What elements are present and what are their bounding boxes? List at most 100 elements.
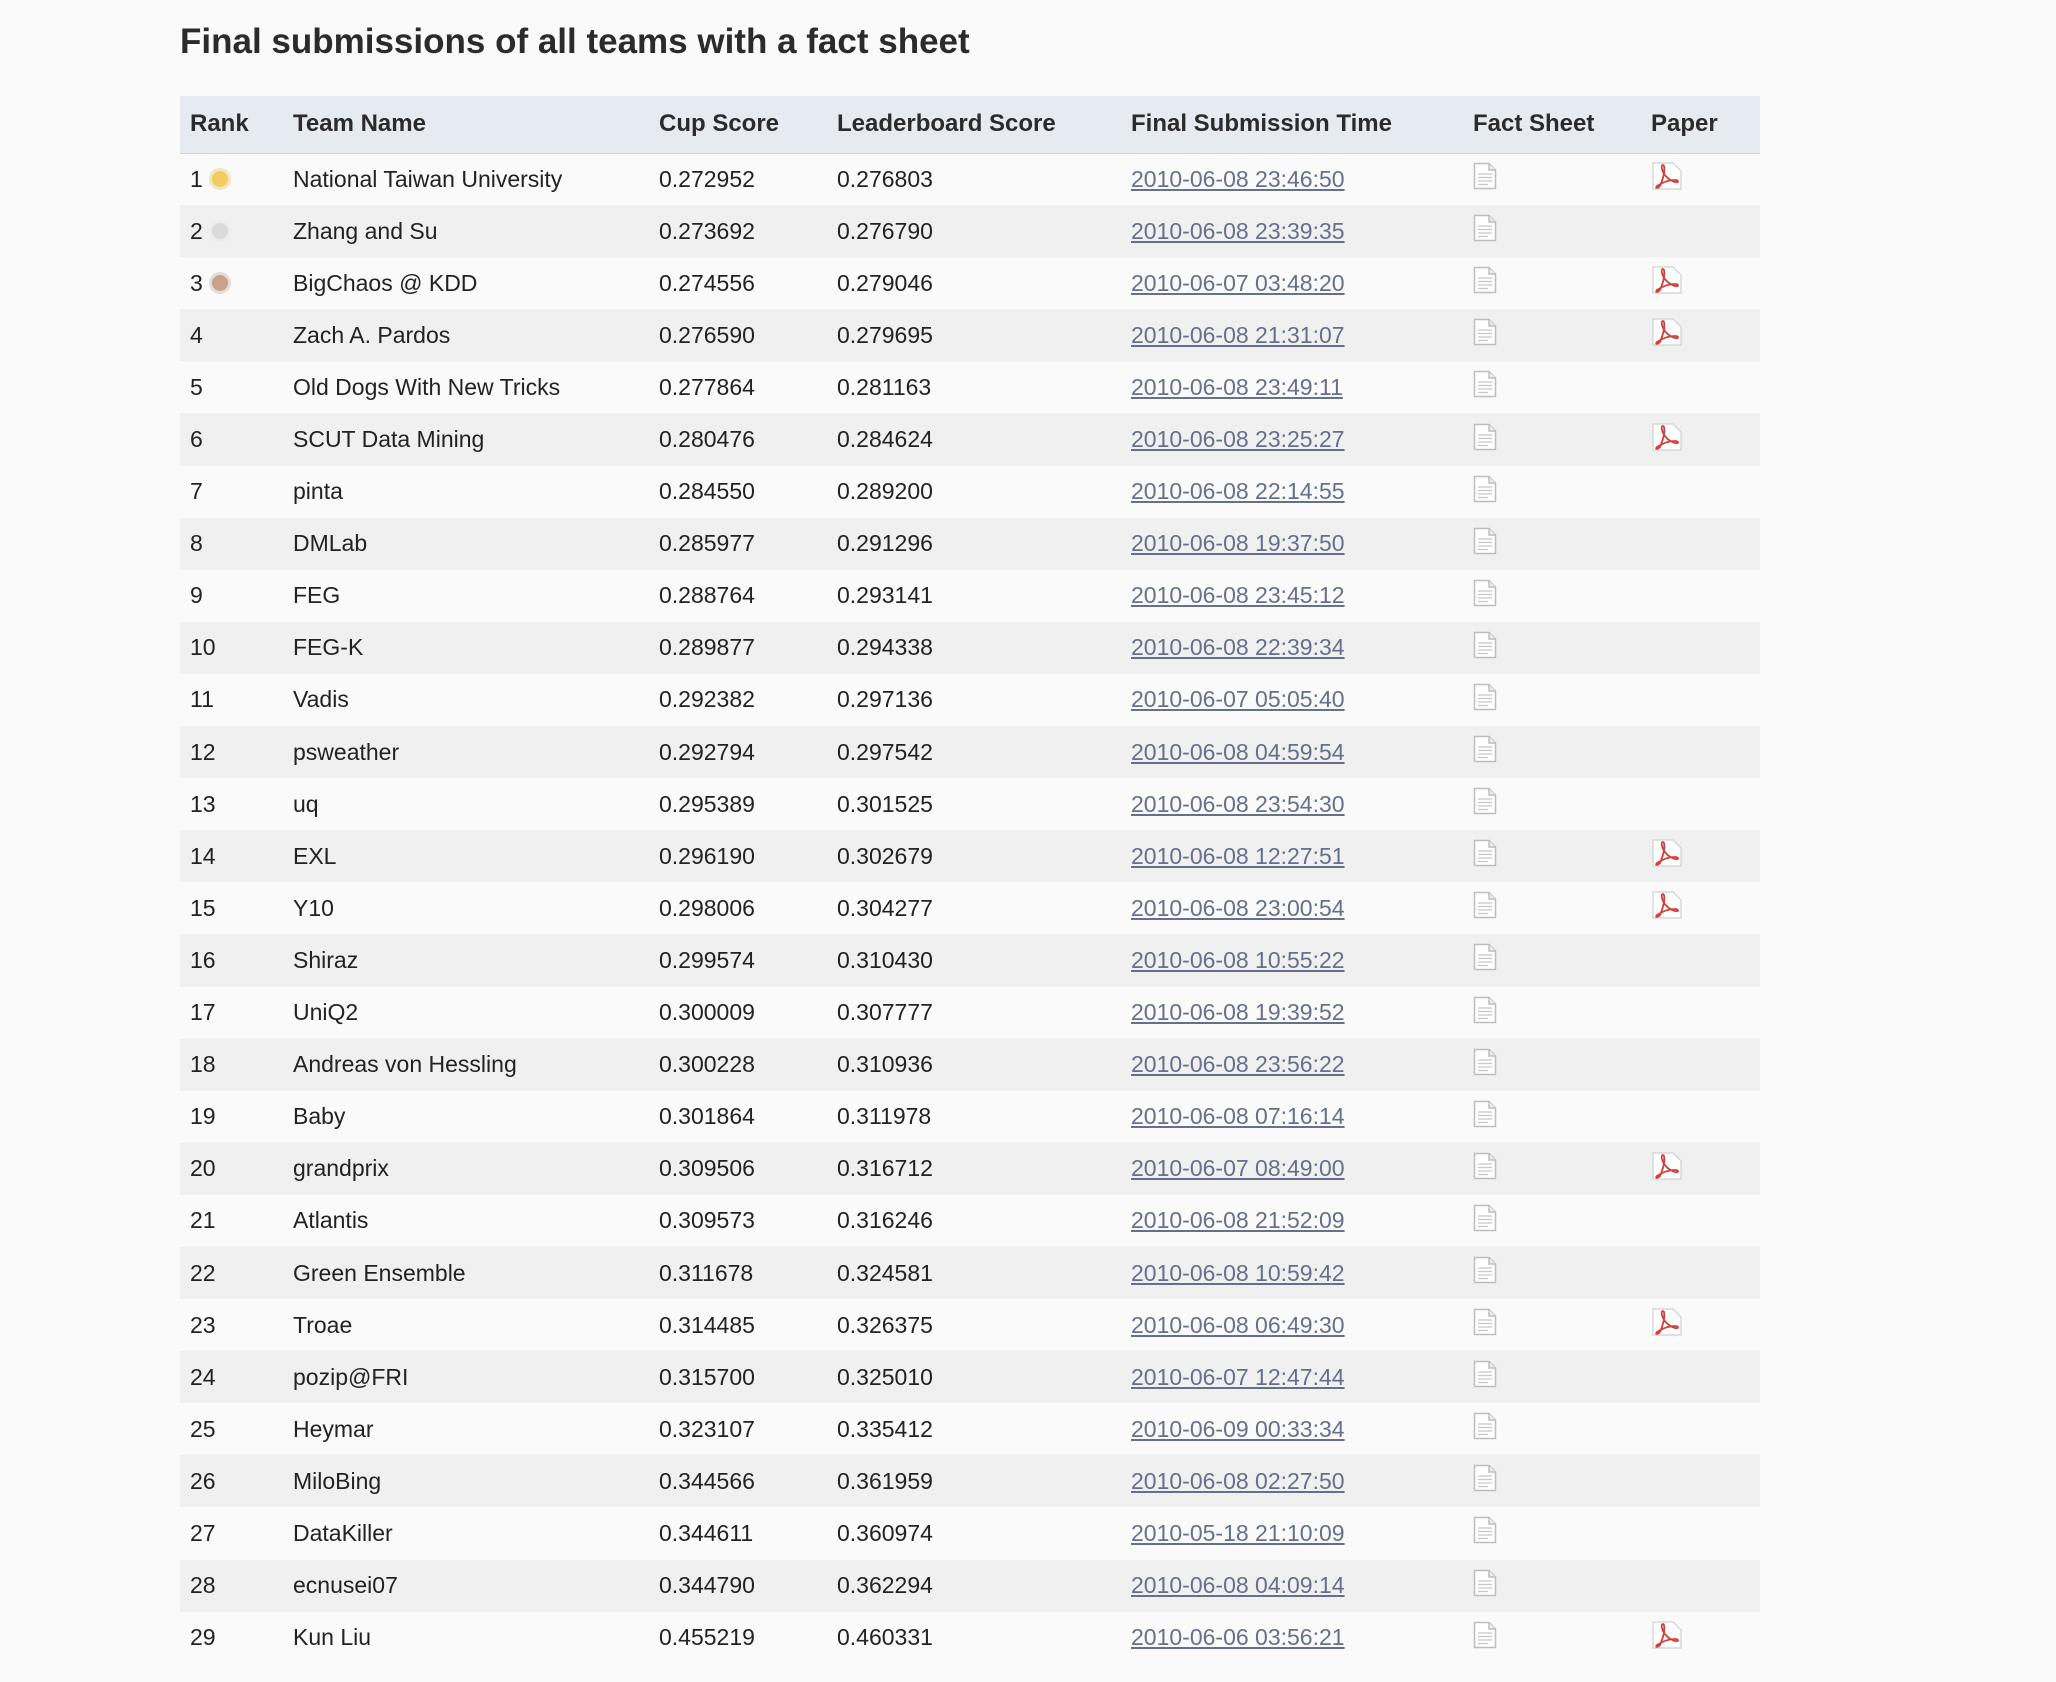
submission-time-link[interactable]: 2010-06-08 06:49:30 [1131, 1312, 1345, 1338]
submission-time-link[interactable]: 2010-06-07 03:48:20 [1131, 270, 1345, 296]
fact-sheet-document-icon[interactable] [1473, 1100, 1497, 1128]
paper-pdf-icon[interactable] [1651, 1307, 1683, 1337]
team-name: Green Ensemble [293, 1259, 466, 1286]
leaderboard-score: 0.310936 [837, 1051, 933, 1078]
leaderboard-score: 0.291296 [837, 530, 933, 557]
paper-cell [1641, 674, 1760, 726]
submission-time-link[interactable]: 2010-06-08 23:56:22 [1131, 1051, 1345, 1077]
table-row: 1 National Taiwan University 0.272952 0.… [180, 153, 1760, 206]
fact-sheet-document-icon[interactable] [1473, 579, 1497, 607]
submission-time-link[interactable]: 2010-06-08 10:59:42 [1131, 1260, 1345, 1286]
fact-sheet-document-icon[interactable] [1473, 1360, 1497, 1388]
leaderboard-score: 0.307777 [837, 999, 933, 1026]
paper-pdf-icon[interactable] [1651, 317, 1683, 347]
fact-sheet-document-icon[interactable] [1473, 475, 1497, 503]
submission-time-cell: 2010-06-08 19:37:50 [1121, 518, 1463, 570]
rank-number: 14 [190, 842, 216, 869]
fact-sheet-document-icon[interactable] [1473, 996, 1497, 1024]
header-cup-score: Cup Score [659, 110, 780, 138]
table-row: 7 pinta 0.284550 0.289200 2010-06-08 22:… [180, 465, 1760, 518]
paper-pdf-icon[interactable] [1651, 1620, 1683, 1650]
team-name: EXL [293, 842, 337, 869]
submission-time-link[interactable]: 2010-06-08 22:14:55 [1131, 478, 1345, 504]
fact-sheet-document-icon[interactable] [1473, 1204, 1497, 1232]
submission-time-link[interactable]: 2010-06-08 04:09:14 [1131, 1572, 1345, 1598]
team-name: Vadis [293, 686, 349, 713]
submission-time-link[interactable]: 2010-06-06 03:56:21 [1131, 1624, 1345, 1650]
fact-sheet-document-icon[interactable] [1473, 735, 1497, 763]
fact-sheet-document-icon[interactable] [1473, 1256, 1497, 1284]
submission-time-link[interactable]: 2010-05-18 21:10:09 [1131, 1520, 1345, 1546]
rank-number: 25 [190, 1415, 216, 1442]
submission-time-link[interactable]: 2010-06-07 05:05:40 [1131, 686, 1345, 712]
submission-time-link[interactable]: 2010-06-09 00:33:34 [1131, 1416, 1345, 1442]
submission-time-link[interactable]: 2010-06-08 22:39:34 [1131, 634, 1345, 660]
cup-score: 0.280476 [659, 426, 755, 453]
submission-time-link[interactable]: 2010-06-08 12:27:51 [1131, 843, 1345, 869]
leaderboard-score: 0.294338 [837, 634, 933, 661]
rank-number: 1 [190, 165, 203, 192]
fact-sheet-document-icon[interactable] [1473, 266, 1497, 294]
submission-time-link[interactable]: 2010-06-08 23:46:50 [1131, 166, 1345, 192]
fact-sheet-document-icon[interactable] [1473, 1569, 1497, 1597]
fact-sheet-document-icon[interactable] [1473, 1152, 1497, 1180]
submission-time-link[interactable]: 2010-06-08 02:27:50 [1131, 1468, 1345, 1494]
fact-sheet-document-icon[interactable] [1473, 1464, 1497, 1492]
rank-number: 2 [190, 217, 203, 244]
rank-cell: 27 [180, 1507, 283, 1559]
fact-sheet-document-icon[interactable] [1473, 423, 1497, 451]
paper-cell [1641, 1612, 1760, 1664]
paper-pdf-icon[interactable] [1651, 838, 1683, 868]
submission-time-link[interactable]: 2010-06-08 23:49:11 [1131, 374, 1343, 400]
fact-sheet-document-icon[interactable] [1473, 943, 1497, 971]
cup-score: 0.455219 [659, 1624, 755, 1651]
fact-sheet-document-icon[interactable] [1473, 1621, 1497, 1649]
submission-time-link[interactable]: 2010-06-08 23:54:30 [1131, 791, 1345, 817]
leaderboard-score: 0.326375 [837, 1311, 933, 1338]
team-name: DataKiller [293, 1519, 393, 1546]
paper-pdf-icon[interactable] [1651, 422, 1683, 452]
cup-score: 0.299574 [659, 946, 755, 973]
fact-sheet-document-icon[interactable] [1473, 1412, 1497, 1440]
paper-pdf-icon[interactable] [1651, 1151, 1683, 1181]
rank-wrap: 15 [190, 895, 216, 922]
fact-sheet-document-icon[interactable] [1473, 683, 1497, 711]
submission-time-link[interactable]: 2010-06-08 21:52:09 [1131, 1207, 1345, 1233]
submission-time-cell: 2010-06-08 23:39:35 [1121, 205, 1463, 257]
fact-sheet-document-icon[interactable] [1473, 891, 1497, 919]
fact-sheet-document-icon[interactable] [1473, 214, 1497, 242]
submission-time-link[interactable]: 2010-06-07 08:49:00 [1131, 1155, 1345, 1181]
submission-time-link[interactable]: 2010-06-08 23:25:27 [1131, 426, 1345, 452]
fact-sheet-document-icon[interactable] [1473, 162, 1497, 190]
fact-sheet-document-icon[interactable] [1473, 787, 1497, 815]
fact-sheet-document-icon[interactable] [1473, 1048, 1497, 1076]
fact-sheet-document-icon[interactable] [1473, 370, 1497, 398]
submission-time-link[interactable]: 2010-06-08 23:45:12 [1131, 582, 1345, 608]
submission-time-link[interactable]: 2010-06-07 12:47:44 [1131, 1364, 1345, 1390]
fact-sheet-document-icon[interactable] [1473, 318, 1497, 346]
submission-time-cell: 2010-06-08 04:59:54 [1121, 726, 1463, 778]
submission-time-link[interactable]: 2010-06-08 10:55:22 [1131, 947, 1345, 973]
fact-sheet-document-icon[interactable] [1473, 1308, 1497, 1336]
submission-time-link[interactable]: 2010-06-08 19:37:50 [1131, 530, 1345, 556]
submission-time-link[interactable]: 2010-06-08 04:59:54 [1131, 739, 1345, 765]
submission-time-link[interactable]: 2010-06-08 21:31:07 [1131, 322, 1345, 348]
submission-time-link[interactable]: 2010-06-08 23:00:54 [1131, 895, 1345, 921]
paper-pdf-icon[interactable] [1651, 161, 1683, 191]
fact-sheet-document-icon[interactable] [1473, 1516, 1497, 1544]
submission-time-link[interactable]: 2010-06-08 23:39:35 [1131, 218, 1345, 244]
rank-cell: 29 [180, 1612, 283, 1664]
submission-time-link[interactable]: 2010-06-08 07:16:14 [1131, 1103, 1345, 1129]
paper-pdf-icon[interactable] [1651, 890, 1683, 920]
paper-pdf-icon[interactable] [1651, 265, 1683, 295]
rank-cell: 23 [180, 1299, 283, 1351]
rank-cell: 28 [180, 1560, 283, 1612]
rank-number: 23 [190, 1311, 216, 1338]
silver-medal-icon [208, 220, 231, 243]
fact-sheet-document-icon[interactable] [1473, 527, 1497, 555]
fact-sheet-document-icon[interactable] [1473, 631, 1497, 659]
table-row: 11 Vadis 0.292382 0.297136 2010-06-07 05… [180, 673, 1760, 727]
fact-sheet-document-icon[interactable] [1473, 839, 1497, 867]
rank-cell: 21 [180, 1195, 283, 1247]
submission-time-link[interactable]: 2010-06-08 19:39:52 [1131, 999, 1345, 1025]
